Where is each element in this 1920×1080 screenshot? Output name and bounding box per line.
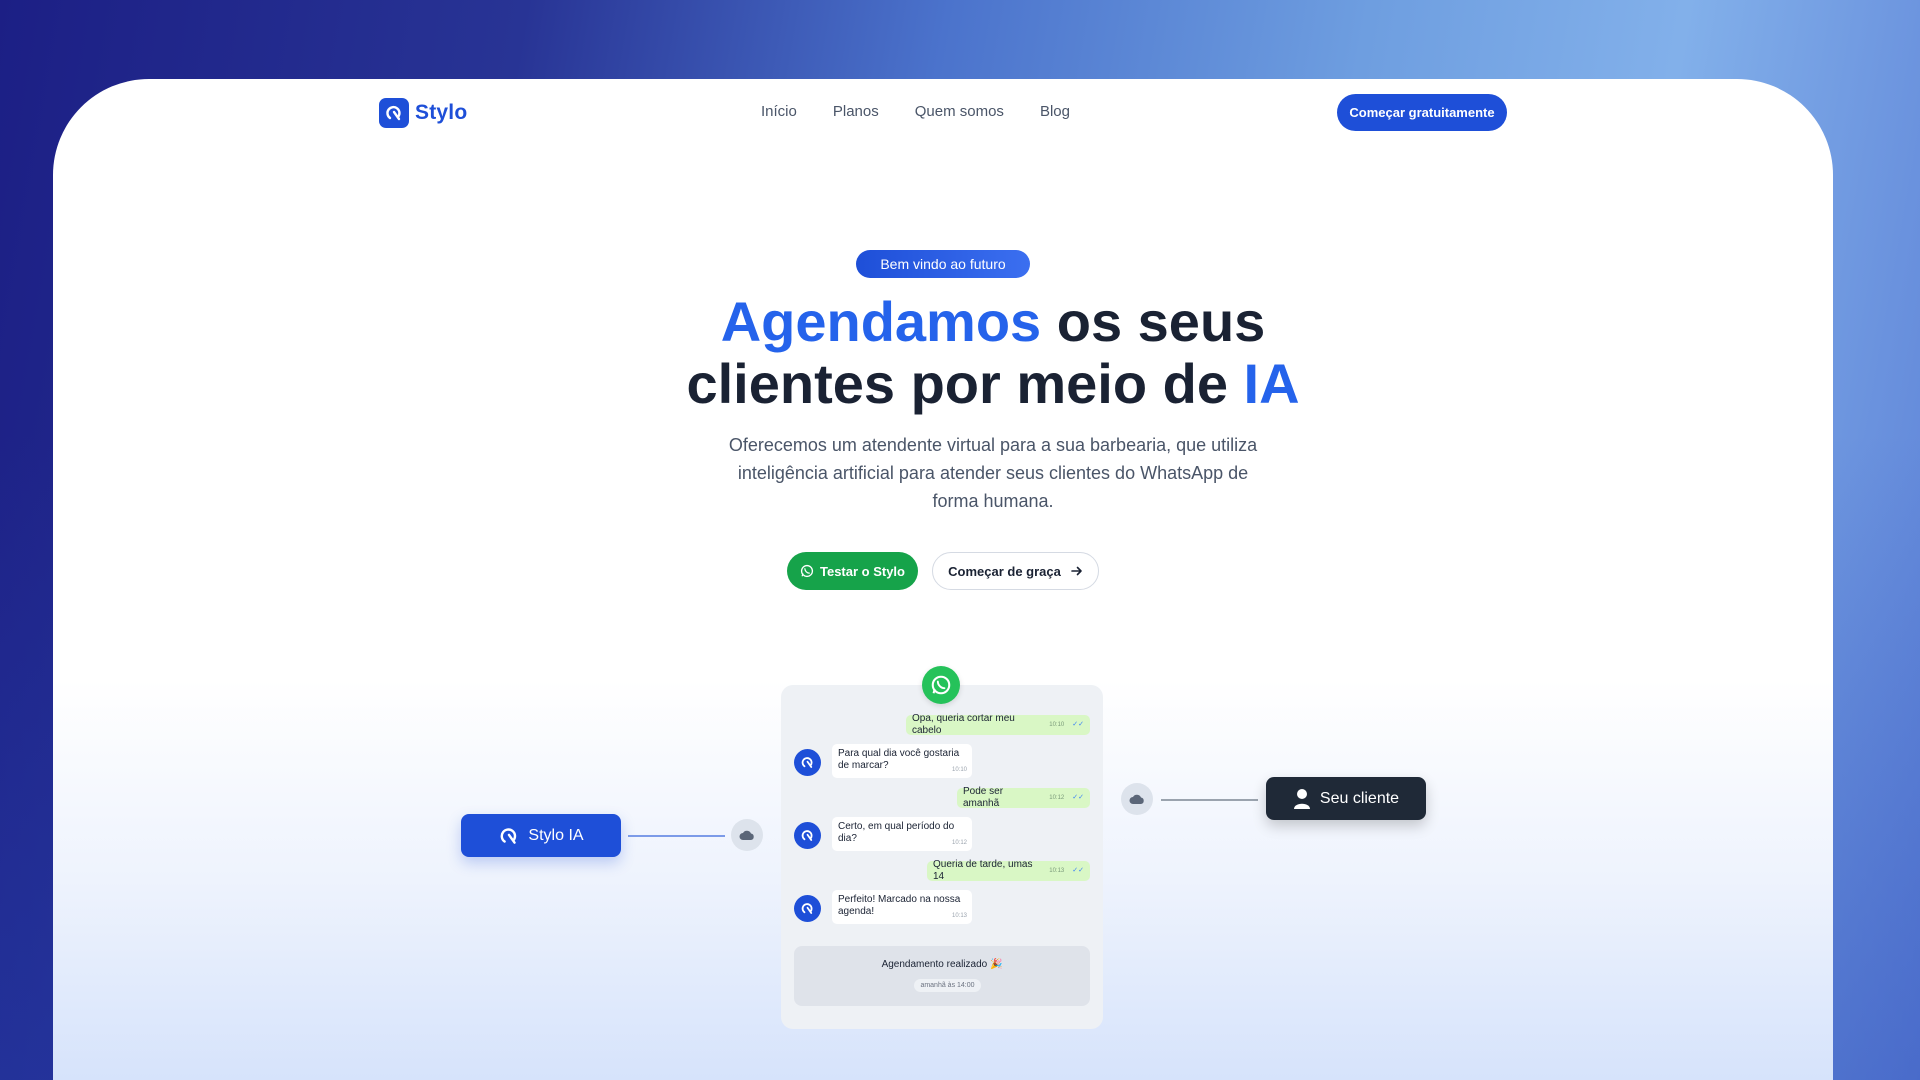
connector-right xyxy=(1161,799,1258,801)
stylo-avatar xyxy=(794,749,821,776)
nav-inicio[interactable]: Início xyxy=(761,103,797,120)
try-stylo-label: Testar o Stylo xyxy=(819,563,905,579)
stylo-logo-icon xyxy=(501,827,517,844)
nav-planos[interactable]: Planos xyxy=(833,103,879,120)
try-stylo-button[interactable]: Testar o Stylo xyxy=(787,552,918,590)
hero-title-accent-2: IA xyxy=(1243,352,1300,415)
start-free-secondary-label: Começar de graça xyxy=(948,563,1061,579)
message-time: 10:13 xyxy=(1049,868,1065,874)
hero-title: Agendamos os seus clientes por meio de I… xyxy=(593,291,1393,415)
stylo-logo-icon xyxy=(379,98,409,128)
message-text: Opa, queria cortar meu cabelo xyxy=(912,713,1015,736)
client-label: Seu cliente xyxy=(1319,789,1400,807)
connector-left xyxy=(628,835,725,837)
hero-title-part-2: os seus xyxy=(1041,290,1266,353)
chat-message-client: Opa, queria cortar meu cabelo 10:10 ✓✓ xyxy=(906,713,1090,736)
welcome-badge: Bem vindo ao futuro xyxy=(856,250,1030,278)
main-menu: Início Planos Quem somos Blog xyxy=(761,103,1070,120)
arrow-right-icon xyxy=(1071,566,1082,576)
stylo-avatar xyxy=(794,822,821,849)
stylo-ia-node: Stylo IA xyxy=(461,814,621,857)
message-time: 10:12 xyxy=(1049,795,1065,801)
top-nav: Stylo Início Planos Quem somos Blog Come… xyxy=(53,79,1833,145)
chat-message-bot: Certo, em qual período do dia? 10:12 xyxy=(832,817,972,851)
chat-message-bot: Perfeito! Marcado na nossa agenda! 10:13 xyxy=(832,890,972,924)
hero-title-part-3: clientes por meio de xyxy=(686,352,1244,415)
chat-message-client: Queria de tarde, umas 14 10:13 ✓✓ xyxy=(927,859,1090,882)
stylo-avatar xyxy=(794,895,821,922)
page-frame: Stylo Início Planos Quem somos Blog Come… xyxy=(53,79,1833,1080)
message-text: Queria de tarde, umas 14 xyxy=(933,859,1033,882)
cloud-icon xyxy=(1121,783,1153,815)
nav-quem-somos[interactable]: Quem somos xyxy=(915,103,1004,120)
hero-subtitle: Oferecemos um atendente virtual para a s… xyxy=(728,435,1258,511)
start-free-secondary-button[interactable]: Começar de graça xyxy=(932,552,1099,590)
message-text: Certo, em qual período do dia? xyxy=(838,821,955,844)
chat-message-client: Pode ser amanhã 10:12 ✓✓ xyxy=(957,786,1090,809)
message-time: 10:10 xyxy=(951,767,967,773)
booking-confirmation: Agendamento realizado 🎉 amanhã às 14:00 xyxy=(794,946,1090,1006)
confirmation-text: Agendamento realizado 🎉 xyxy=(881,959,1003,970)
message-text: Para qual dia você gostaria de marcar? xyxy=(838,748,960,771)
logo[interactable]: Stylo xyxy=(379,98,467,128)
double-check-icon: ✓✓ xyxy=(1072,794,1084,801)
message-time: 10:13 xyxy=(951,913,967,919)
message-text: Pode ser amanhã xyxy=(963,786,1004,809)
nav-blog[interactable]: Blog xyxy=(1040,103,1070,120)
message-time: 10:12 xyxy=(951,840,967,846)
confirmation-time: amanhã às 14:00 xyxy=(914,979,981,992)
stylo-ia-label: Stylo IA xyxy=(528,826,584,844)
double-check-icon: ✓✓ xyxy=(1072,721,1084,728)
message-time: 10:10 xyxy=(1049,722,1065,728)
client-node: Seu cliente xyxy=(1266,777,1426,820)
whatsapp-icon xyxy=(800,564,814,578)
user-icon xyxy=(1293,788,1310,809)
start-free-button[interactable]: Começar gratuitamente xyxy=(1337,94,1507,131)
hero-title-accent-1: Agendamos xyxy=(720,290,1042,353)
brand-name: Stylo xyxy=(415,101,468,124)
double-check-icon: ✓✓ xyxy=(1072,867,1084,874)
cloud-icon xyxy=(731,819,763,851)
message-text: Perfeito! Marcado na nossa agenda! xyxy=(838,894,961,917)
chat-message-bot: Para qual dia você gostaria de marcar? 1… xyxy=(832,744,972,778)
whatsapp-icon xyxy=(922,666,960,704)
